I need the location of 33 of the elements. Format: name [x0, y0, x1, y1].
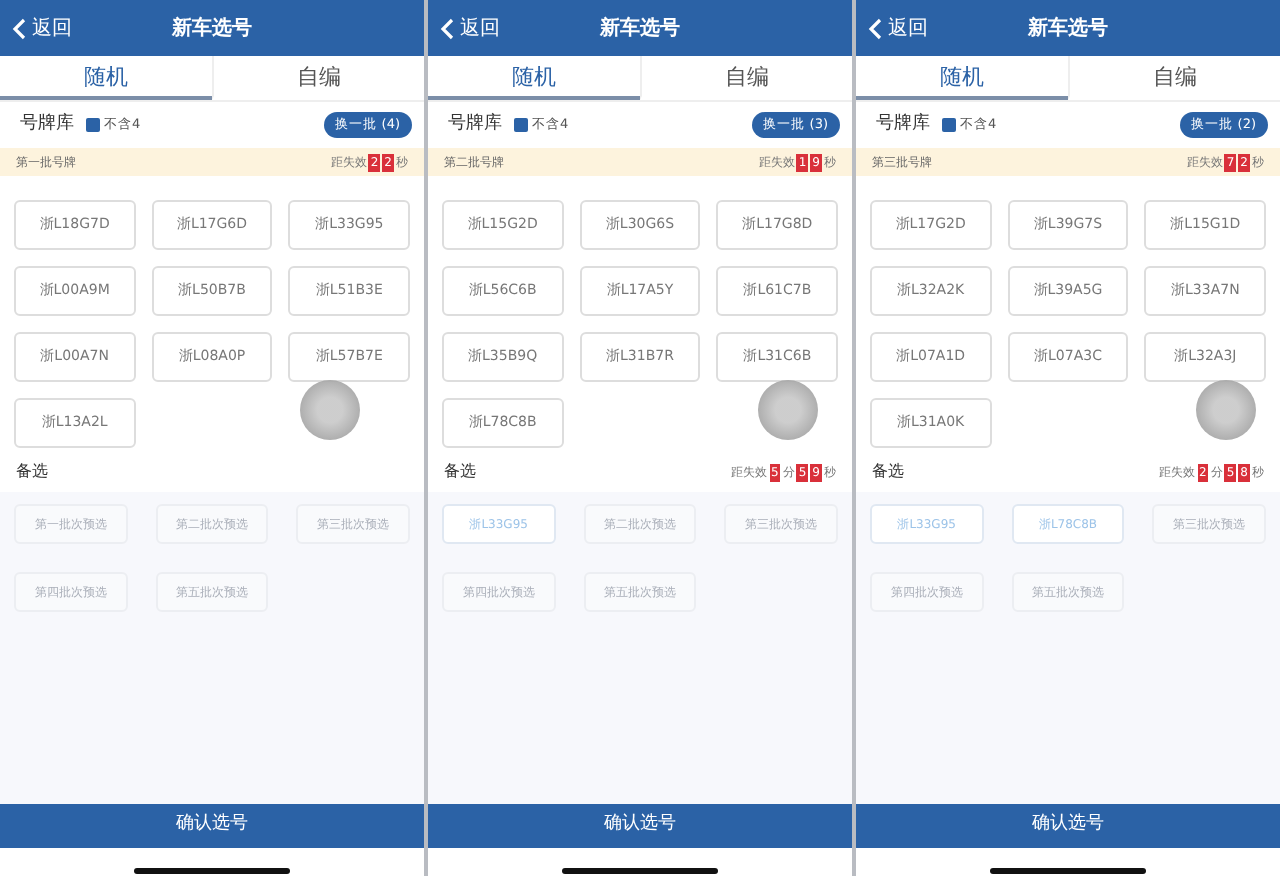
back-button[interactable]: 返回 — [868, 13, 928, 43]
section-label: 备选 — [872, 460, 904, 484]
floating-button[interactable] — [1196, 380, 1256, 440]
checkbox[interactable] — [942, 118, 956, 132]
checkbox[interactable] — [86, 118, 100, 132]
section-label: 备选 — [16, 460, 48, 484]
back-button[interactable]: 返回 — [12, 13, 72, 43]
tab[interactable]: 自编 — [211, 56, 424, 100]
chevron-left-icon — [12, 17, 26, 39]
tab[interactable]: 自编 — [639, 56, 852, 100]
back-label[interactable]: 返回 — [460, 13, 500, 43]
tab[interactable]: 随机 — [856, 56, 1067, 100]
tab[interactable]: 随机 — [428, 56, 639, 100]
tab[interactable]: 随机 — [0, 56, 211, 100]
screen-title: 新车选号 — [1028, 14, 1108, 43]
section-label: 号牌库 — [448, 111, 502, 138]
back-label[interactable]: 返回 — [888, 13, 928, 43]
confirm-button[interactable]: 确认选号 — [0, 804, 424, 848]
floating-button[interactable] — [758, 380, 818, 440]
floating-button[interactable] — [300, 380, 360, 440]
back-label[interactable]: 返回 — [32, 13, 72, 43]
section-label: 号牌库 — [876, 111, 930, 138]
screen-title: 新车选号 — [600, 14, 680, 43]
section-label: 号牌库 — [20, 111, 74, 138]
back-button[interactable]: 返回 — [440, 13, 500, 43]
section-label: 备选 — [444, 460, 476, 484]
chevron-left-icon — [440, 17, 454, 39]
confirm-button[interactable]: 确认选号 — [856, 804, 1280, 848]
tab[interactable]: 自编 — [1067, 56, 1280, 100]
confirm-button[interactable]: 确认选号 — [428, 804, 852, 848]
screen-title: 新车选号 — [172, 14, 252, 43]
chevron-left-icon — [868, 17, 882, 39]
checkbox[interactable] — [514, 118, 528, 132]
